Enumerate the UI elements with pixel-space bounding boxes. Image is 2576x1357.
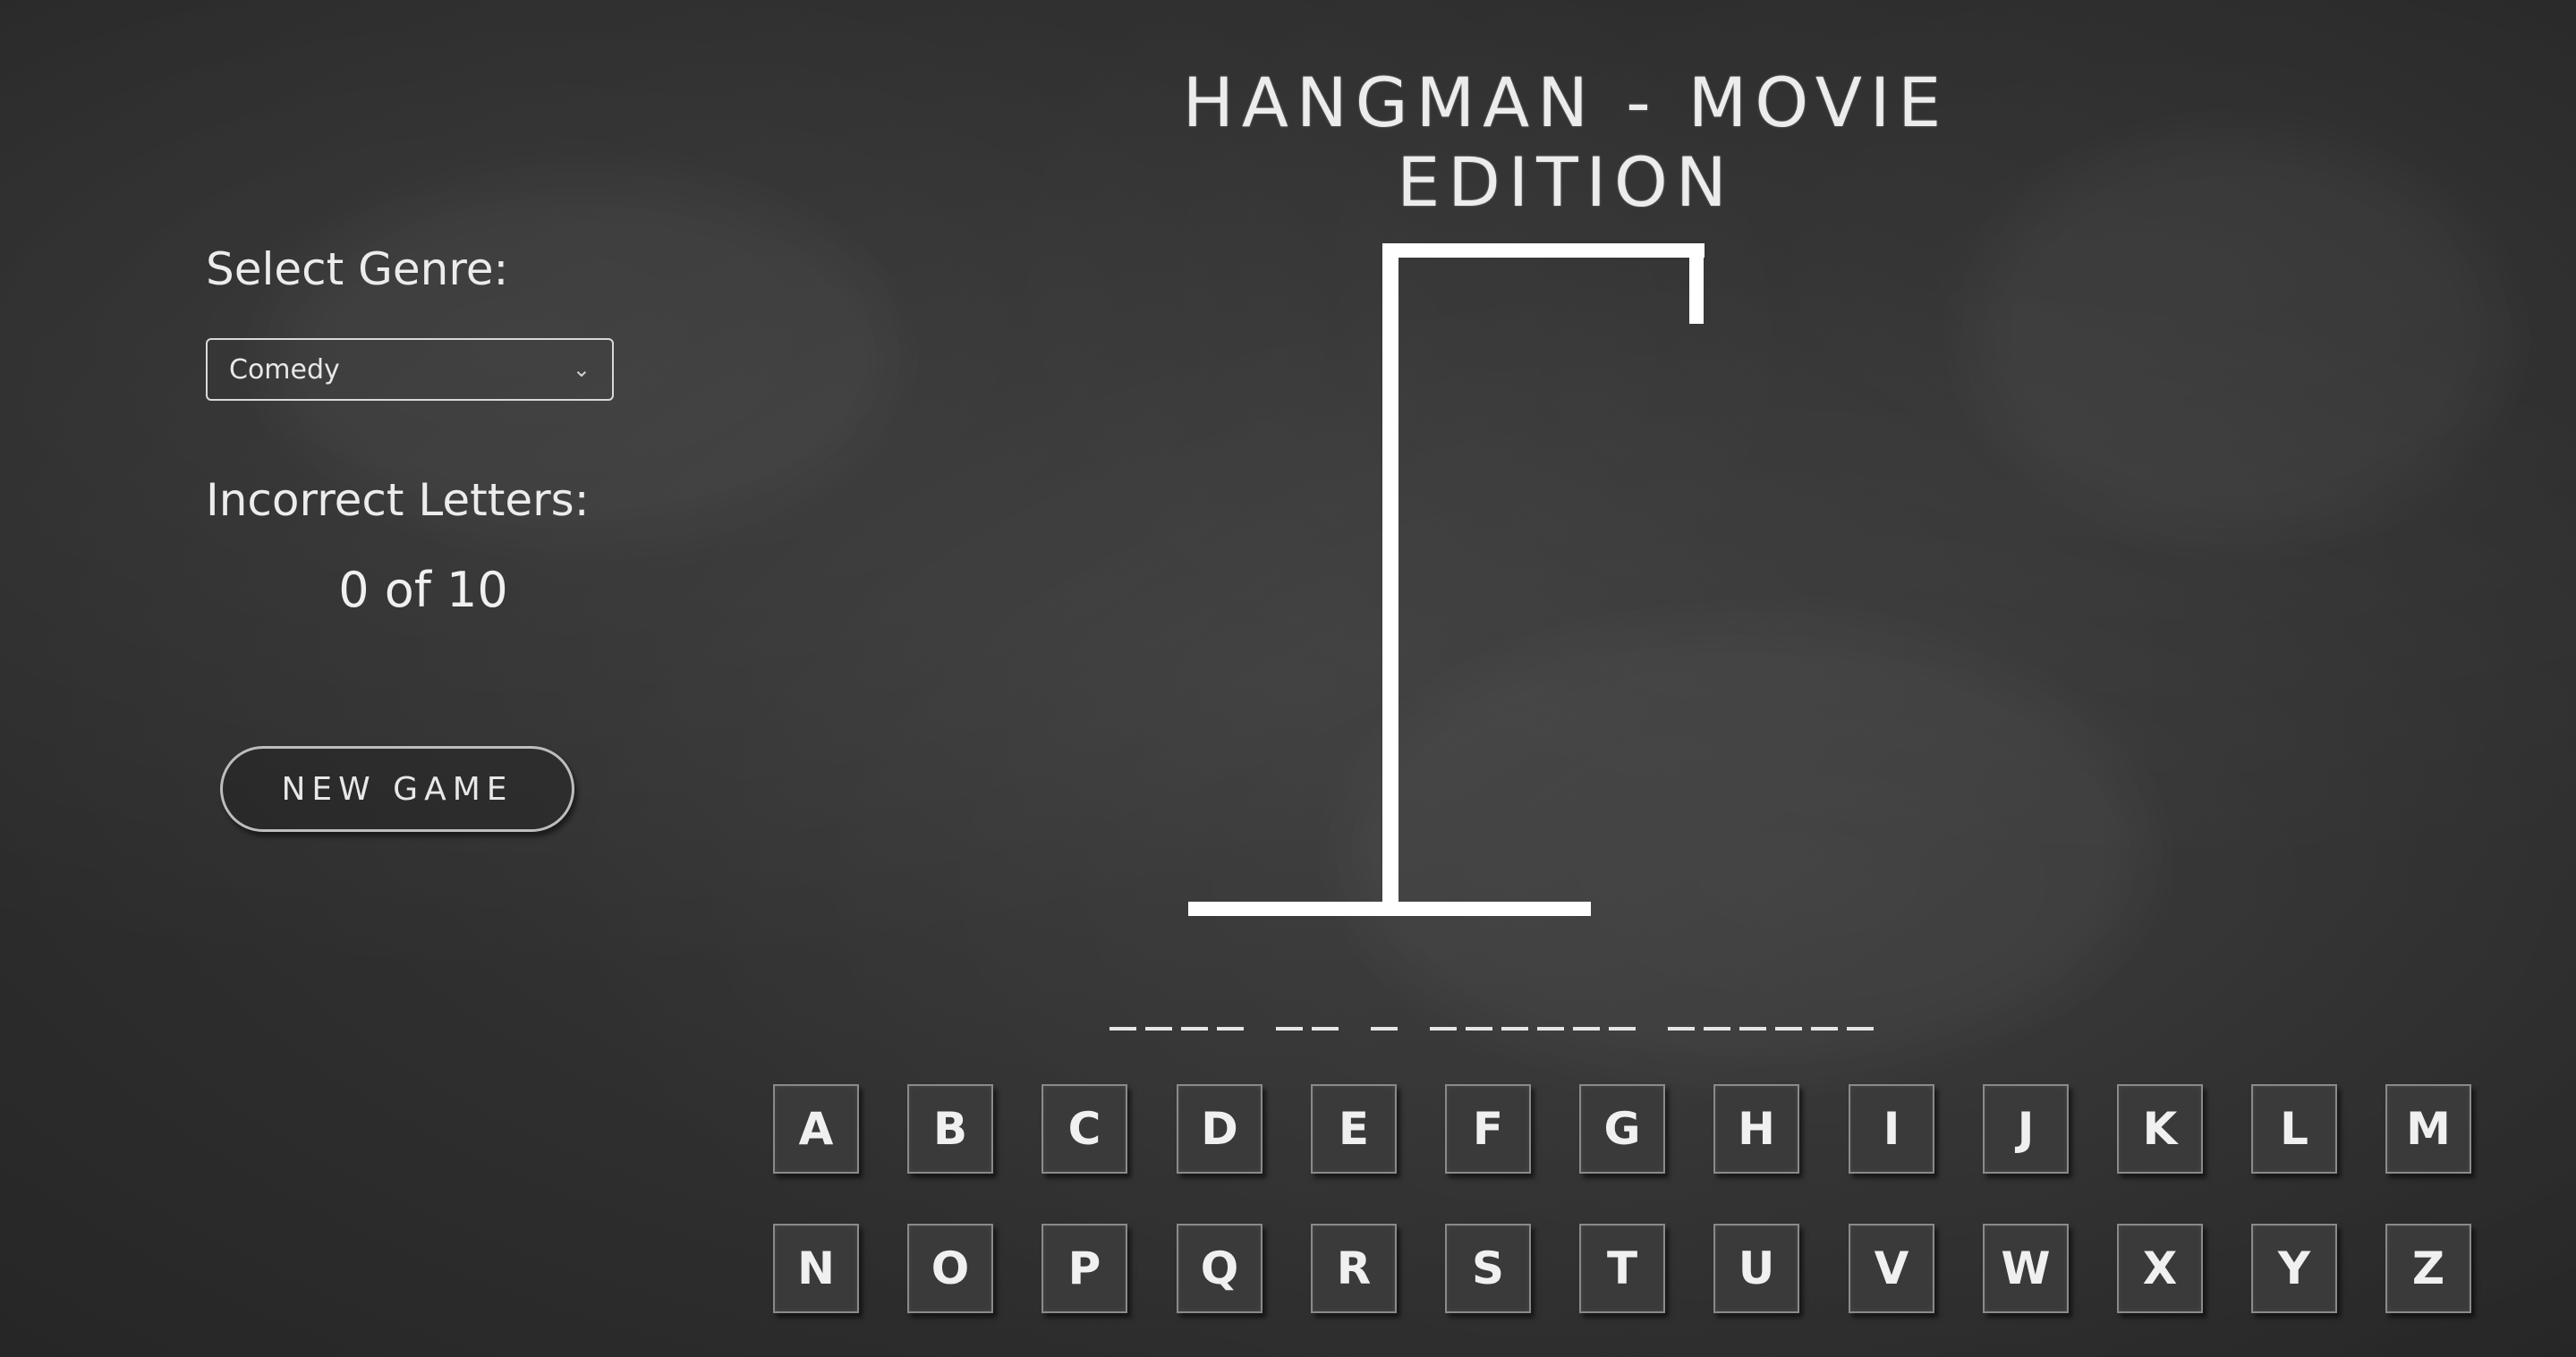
letter-key-i[interactable]: I	[1849, 1084, 1934, 1174]
letter-blank	[1371, 1027, 1398, 1030]
gallows-beam	[1382, 243, 1705, 258]
word-blanks	[1109, 995, 2004, 1030]
letter-key-n[interactable]: N	[773, 1224, 859, 1313]
letter-key-z[interactable]: Z	[2385, 1224, 2471, 1313]
letter-key-d[interactable]: D	[1177, 1084, 1262, 1174]
letter-key-o[interactable]: O	[907, 1224, 993, 1313]
letter-key-e[interactable]: E	[1311, 1084, 1397, 1174]
letter-blank	[1145, 1027, 1172, 1030]
letter-blank	[1430, 1027, 1457, 1030]
letter-blank	[1775, 1027, 1802, 1030]
letter-key-g[interactable]: G	[1579, 1084, 1665, 1174]
letter-blank	[1181, 1027, 1208, 1030]
letter-key-p[interactable]: P	[1041, 1224, 1127, 1313]
letter-key-w[interactable]: W	[1983, 1224, 2069, 1313]
letter-key-y[interactable]: Y	[2251, 1224, 2337, 1313]
chalkboard: Hangman - Movie Edition Select Genre: Co…	[0, 0, 2576, 1357]
letter-key-h[interactable]: H	[1713, 1084, 1799, 1174]
letter-blank	[1847, 1027, 1874, 1030]
letter-key-j[interactable]: J	[1983, 1084, 2069, 1174]
letter-key-u[interactable]: U	[1713, 1224, 1799, 1313]
letter-key-m[interactable]: M	[2385, 1084, 2471, 1174]
letter-key-l[interactable]: L	[2251, 1084, 2337, 1174]
letter-blank	[1501, 1027, 1528, 1030]
letter-blank	[1466, 1027, 1492, 1030]
letter-blank	[1704, 1027, 1730, 1030]
letter-key-k[interactable]: K	[2117, 1084, 2203, 1174]
letter-key-f[interactable]: F	[1445, 1084, 1531, 1174]
letter-key-r[interactable]: R	[1311, 1224, 1397, 1313]
letter-blank	[1217, 1027, 1244, 1030]
letter-key-s[interactable]: S	[1445, 1224, 1531, 1313]
gallows-pole	[1382, 243, 1399, 909]
letter-blank	[1668, 1027, 1695, 1030]
gallows-rope	[1689, 243, 1704, 324]
letter-blank	[1312, 1027, 1339, 1030]
letter-key-v[interactable]: V	[1849, 1224, 1934, 1313]
letter-key-t[interactable]: T	[1579, 1224, 1665, 1313]
letter-key-q[interactable]: Q	[1177, 1224, 1262, 1313]
letter-key-a[interactable]: A	[773, 1084, 859, 1174]
letter-blank	[1109, 1027, 1136, 1030]
letter-blank	[1739, 1027, 1766, 1030]
letter-blank	[1811, 1027, 1838, 1030]
letter-key-b[interactable]: B	[907, 1084, 993, 1174]
letter-key-x[interactable]: X	[2117, 1224, 2203, 1313]
letter-blank	[1276, 1027, 1303, 1030]
letter-blank	[1573, 1027, 1600, 1030]
letter-blank	[1537, 1027, 1564, 1030]
letter-key-c[interactable]: C	[1041, 1084, 1127, 1174]
letter-blank	[1609, 1027, 1636, 1030]
